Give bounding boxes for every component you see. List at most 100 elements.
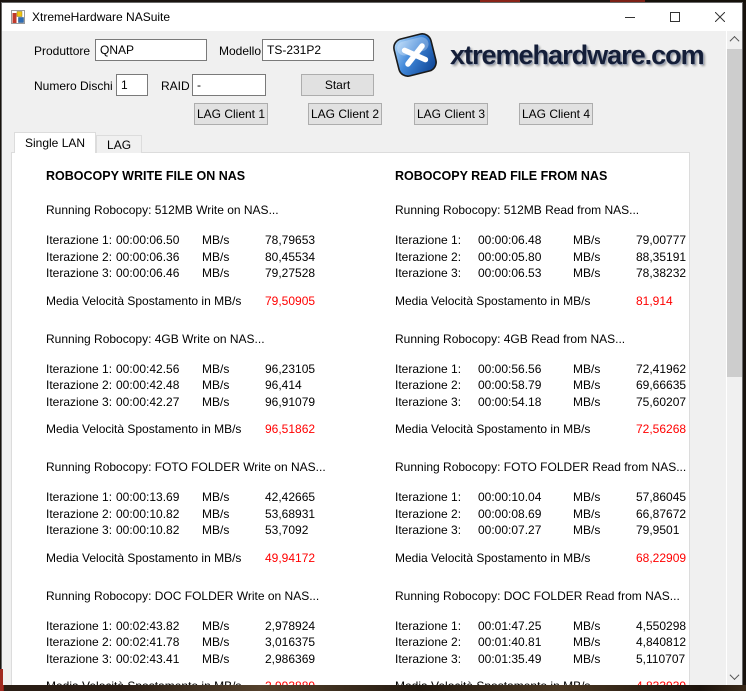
iteration-row: Iterazione 3: 00:00:54.18 MB/s 75,60207 <box>395 394 690 411</box>
iteration-label: Iterazione 3: <box>395 651 478 668</box>
iteration-label: Iterazione 2: <box>46 377 116 394</box>
iteration-unit: MB/s <box>202 506 265 523</box>
media-value: 96,51862 <box>265 422 361 436</box>
iteration-unit: MB/s <box>573 506 636 523</box>
iteration-rows: Iterazione 1: 00:00:06.50 MB/s 78,79653 … <box>46 232 361 282</box>
iteration-value: 57,86045 <box>636 489 690 506</box>
modello-input[interactable] <box>262 39 374 61</box>
media-value: 72,56268 <box>636 422 690 436</box>
iteration-unit: MB/s <box>573 232 636 249</box>
iteration-unit: MB/s <box>202 377 265 394</box>
tab-strip: Single LAN LAG <box>14 132 142 153</box>
minimize-icon <box>625 12 635 22</box>
media-label: Media Velocità Spostamento in MB/s <box>395 551 636 565</box>
iteration-value: 80,45534 <box>265 249 361 266</box>
iteration-label: Iterazione 3: <box>395 522 478 539</box>
iteration-value: 2,978924 <box>265 618 361 635</box>
chevron-up-icon <box>730 36 740 46</box>
iteration-unit: MB/s <box>202 489 265 506</box>
lag-client-3-button[interactable]: LAG Client 3 <box>414 103 488 125</box>
iteration-time: 00:02:43.41 <box>116 651 202 668</box>
title-bar[interactable]: XtremeHardware NASuite <box>2 3 742 31</box>
iteration-label: Iterazione 1: <box>46 618 116 635</box>
tab-single-lan[interactable]: Single LAN <box>14 132 96 153</box>
scroll-down-button[interactable] <box>727 668 742 685</box>
iteration-unit: MB/s <box>202 265 265 282</box>
wallpaper-bottom-strip <box>0 685 746 691</box>
robocopy-section: Running Robocopy: 512MB Read from NAS...… <box>395 203 690 308</box>
running-status: Running Robocopy: 4GB Write on NAS... <box>46 332 361 346</box>
robocopy-section: Running Robocopy: FOTO FOLDER Write on N… <box>46 460 361 565</box>
single-lan-tab-page: ROBOCOPY WRITE FILE ON NAS Running Roboc… <box>11 152 690 685</box>
running-status: Running Robocopy: 512MB Read from NAS... <box>395 203 690 217</box>
iteration-label: Iterazione 3: <box>395 265 478 282</box>
iteration-time: 00:02:41.78 <box>116 634 202 651</box>
iteration-time: 00:00:42.56 <box>116 361 202 378</box>
media-row: Media Velocità Spostamento in MB/s 81,91… <box>395 294 690 308</box>
vertical-scrollbar[interactable] <box>726 31 742 685</box>
iteration-label: Iterazione 3: <box>395 394 478 411</box>
close-button[interactable] <box>697 3 742 31</box>
desktop-background: XtremeHardware NASuite <box>0 0 746 691</box>
iteration-label: Iterazione 3: <box>46 651 116 668</box>
iteration-value: 79,27528 <box>265 265 361 282</box>
iteration-value: 53,68931 <box>265 506 361 523</box>
iteration-value: 88,35191 <box>636 249 690 266</box>
running-status: Running Robocopy: 4GB Read from NAS... <box>395 332 690 346</box>
produttore-input[interactable] <box>95 39 207 61</box>
iteration-time: 00:00:06.48 <box>478 232 573 249</box>
running-status: Running Robocopy: 512MB Write on NAS... <box>46 203 361 217</box>
running-status: Running Robocopy: DOC FOLDER Read from N… <box>395 589 690 603</box>
iteration-row: Iterazione 3: 00:00:10.82 MB/s 53,7092 <box>46 522 361 539</box>
lag-client-1-button[interactable]: LAG Client 1 <box>194 103 268 125</box>
iteration-time: 00:00:42.27 <box>116 394 202 411</box>
media-row: Media Velocità Spostamento in MB/s 96,51… <box>46 422 361 436</box>
iteration-time: 00:00:06.36 <box>116 249 202 266</box>
iteration-unit: MB/s <box>573 249 636 266</box>
iteration-time: 00:01:40.81 <box>478 634 573 651</box>
lag-client-4-button[interactable]: LAG Client 4 <box>519 103 593 125</box>
iteration-label: Iterazione 1: <box>46 232 116 249</box>
robocopy-write-column: ROBOCOPY WRITE FILE ON NAS Running Roboc… <box>46 169 361 685</box>
raid-input[interactable] <box>192 74 266 96</box>
robocopy-section: Running Robocopy: FOTO FOLDER Read from … <box>395 460 690 565</box>
robocopy-section: Running Robocopy: 4GB Write on NAS... It… <box>46 332 361 437</box>
iteration-row: Iterazione 1: 00:00:10.04 MB/s 57,86045 <box>395 489 690 506</box>
iteration-value: 96,91079 <box>265 394 361 411</box>
numero-dischi-label: Numero Dischi <box>34 79 113 93</box>
iteration-rows: Iterazione 1: 00:02:43.82 MB/s 2,978924 … <box>46 618 361 668</box>
iteration-row: Iterazione 2: 00:00:05.80 MB/s 88,35191 <box>395 249 690 266</box>
lag-client-2-button[interactable]: LAG Client 2 <box>308 103 382 125</box>
iteration-time: 00:00:08.69 <box>478 506 573 523</box>
iteration-unit: MB/s <box>573 377 636 394</box>
iteration-label: Iterazione 1: <box>395 232 478 249</box>
media-label: Media Velocità Spostamento in MB/s <box>46 294 265 308</box>
iteration-time: 00:00:58.79 <box>478 377 573 394</box>
raid-label: RAID <box>161 79 190 93</box>
iteration-value: 4,550298 <box>636 618 690 635</box>
iteration-row: Iterazione 1: 00:01:47.25 MB/s 4,550298 <box>395 618 690 635</box>
scroll-up-button[interactable] <box>727 31 742 48</box>
iteration-label: Iterazione 2: <box>395 634 478 651</box>
iteration-time: 00:00:06.46 <box>116 265 202 282</box>
iteration-value: 69,66635 <box>636 377 690 394</box>
app-window: XtremeHardware NASuite <box>1 2 743 686</box>
iteration-label: Iterazione 3: <box>46 522 116 539</box>
iteration-label: Iterazione 2: <box>46 506 116 523</box>
minimize-button[interactable] <box>607 3 652 31</box>
scrollbar-thumb[interactable] <box>727 49 742 377</box>
iteration-time: 00:00:13.69 <box>116 489 202 506</box>
iteration-label: Iterazione 1: <box>46 361 116 378</box>
maximize-button[interactable] <box>652 3 697 31</box>
iteration-time: 00:01:47.25 <box>478 618 573 635</box>
iteration-row: Iterazione 2: 00:00:08.69 MB/s 66,87672 <box>395 506 690 523</box>
iteration-rows: Iterazione 1: 00:00:56.56 MB/s 72,41962 … <box>395 361 690 411</box>
iteration-time: 00:00:10.82 <box>116 522 202 539</box>
iteration-unit: MB/s <box>202 651 265 668</box>
iteration-unit: MB/s <box>202 394 265 411</box>
numero-dischi-input[interactable] <box>116 74 148 96</box>
tab-lag[interactable]: LAG <box>96 135 142 153</box>
iteration-value: 42,42665 <box>265 489 361 506</box>
media-label: Media Velocità Spostamento in MB/s <box>395 294 636 308</box>
start-button[interactable]: Start <box>301 74 374 96</box>
